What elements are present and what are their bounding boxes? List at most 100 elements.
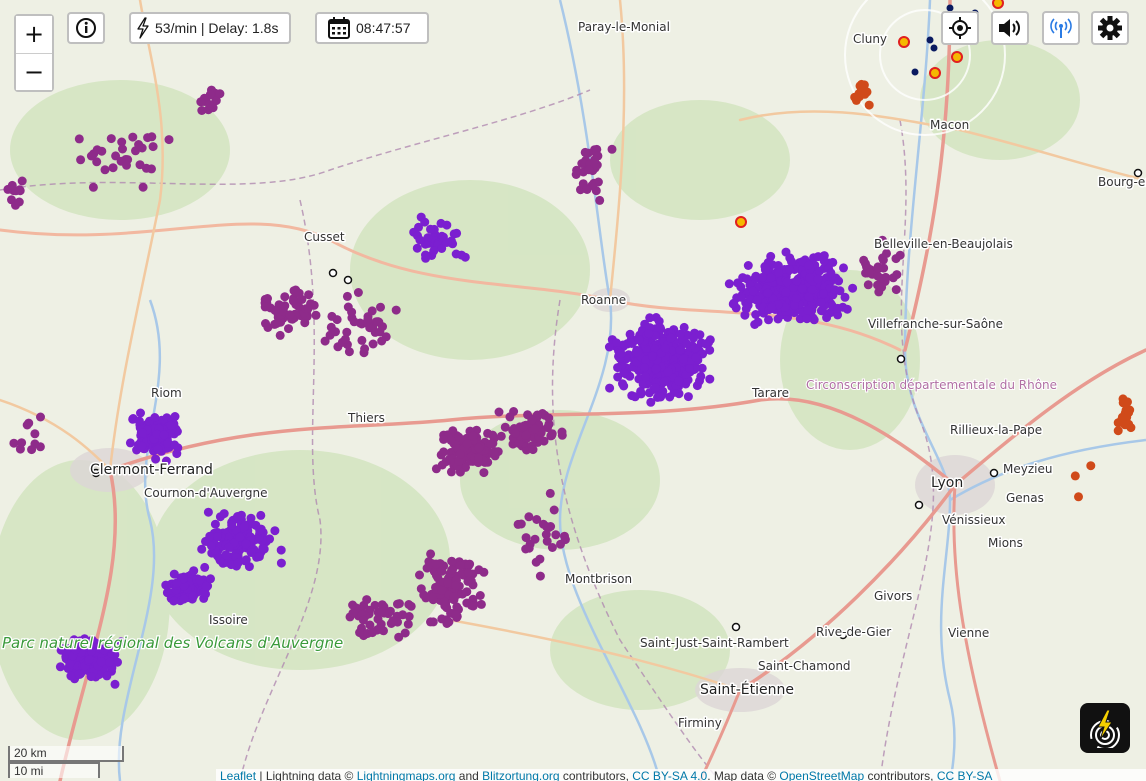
- locate-button[interactable]: [941, 11, 979, 45]
- town-label: Rive-de-Gier: [816, 625, 891, 639]
- strike-marker: [645, 313, 655, 323]
- lightningmaps-logo[interactable]: [1080, 703, 1130, 753]
- town-label: Thiers: [347, 411, 385, 425]
- strike-marker: [651, 364, 661, 374]
- scale-mi: 10 mi: [8, 762, 100, 778]
- strike-marker: [842, 304, 852, 314]
- strike-marker: [822, 313, 832, 323]
- strike-marker: [164, 135, 174, 145]
- strike-marker: [210, 519, 220, 529]
- lightningmaps-link[interactable]: Lightningmaps.org: [357, 769, 456, 781]
- strike-marker: [388, 616, 398, 626]
- station-marker[interactable]: [328, 268, 338, 278]
- strike-marker: [462, 439, 472, 449]
- strike-marker: [863, 280, 873, 290]
- strike-marker: [17, 438, 27, 448]
- strike-marker: [891, 285, 901, 295]
- strike-marker: [241, 539, 251, 549]
- strike-marker: [659, 377, 669, 387]
- strike-marker: [803, 305, 813, 315]
- attribution-text: | Lightning data ©: [256, 769, 357, 781]
- strike-marker: [415, 235, 425, 245]
- strike-marker: [895, 250, 905, 260]
- town-label: Meyzieu: [1003, 462, 1052, 476]
- strike-marker: [148, 142, 158, 152]
- strike-marker: [376, 302, 385, 312]
- strike-marker: [604, 342, 614, 352]
- station-marker[interactable]: [343, 275, 353, 285]
- info-icon: [76, 18, 96, 38]
- strike-marker: [474, 443, 484, 453]
- strike-marker: [557, 427, 567, 437]
- strike-marker: [792, 276, 802, 286]
- leaflet-link[interactable]: Leaflet: [220, 769, 256, 781]
- strike-marker: [767, 302, 777, 312]
- station-marker[interactable]: [989, 468, 999, 478]
- zoom-in-button[interactable]: +: [16, 16, 52, 53]
- time-display[interactable]: 08:47:57: [315, 12, 429, 44]
- strike-marker: [9, 438, 19, 448]
- strike-marker: [276, 558, 286, 568]
- strike-marker: [412, 243, 422, 253]
- strike-marker: [406, 601, 416, 611]
- strike-marker: [227, 520, 237, 530]
- strike-marker: [303, 303, 313, 313]
- strike-marker: [197, 544, 207, 554]
- license-link-2[interactable]: CC BY-SA: [937, 769, 993, 781]
- strike-marker: [511, 428, 520, 438]
- strike-marker: [276, 545, 286, 555]
- strike-marker: [752, 295, 762, 305]
- strike-marker: [137, 441, 147, 451]
- attribution-text: . Map data ©: [707, 769, 780, 781]
- town-label: Macon: [930, 118, 969, 132]
- blitzortung-link[interactable]: Blitzortung.org: [482, 769, 559, 781]
- strike-marker: [834, 276, 844, 286]
- strike-marker: [701, 339, 711, 349]
- strike-marker: [137, 143, 147, 153]
- strike-marker: [419, 590, 429, 600]
- stations-toggle-button[interactable]: [1042, 11, 1080, 45]
- new-strike-marker: [929, 67, 941, 79]
- strike-marker: [436, 218, 446, 228]
- strike-marker: [532, 515, 542, 524]
- map-canvas[interactable]: Paray-le-Monial Cluny Macon Bourg-en-Bre…: [0, 0, 1146, 781]
- strike-marker: [86, 151, 96, 161]
- strike-marker: [595, 195, 605, 205]
- lightning-map[interactable]: Paray-le-Monial Cluny Macon Bourg-en-Bre…: [0, 0, 1146, 781]
- strike-marker: [605, 383, 615, 393]
- strike-marker: [429, 246, 439, 256]
- settings-button[interactable]: [1091, 11, 1129, 45]
- station-marker[interactable]: [930, 44, 938, 52]
- strike-marker: [195, 575, 205, 585]
- station-marker[interactable]: [911, 68, 919, 76]
- strike-marker: [415, 570, 424, 580]
- strike-marker: [17, 176, 27, 186]
- new-strike-marker: [951, 51, 963, 63]
- strike-marker: [365, 323, 375, 333]
- strike-marker: [105, 657, 115, 667]
- strike-marker: [634, 335, 644, 345]
- station-marker[interactable]: [896, 354, 906, 364]
- crosshair-icon: [949, 17, 971, 39]
- zoom-out-button[interactable]: −: [16, 53, 52, 90]
- strike-marker: [607, 144, 617, 154]
- strike-marker: [873, 264, 883, 273]
- calendar-icon: [328, 17, 350, 39]
- strike-marker: [791, 293, 801, 303]
- strike-marker: [743, 261, 753, 270]
- strike-marker: [403, 619, 413, 629]
- sound-toggle-button[interactable]: [991, 11, 1029, 45]
- station-marker[interactable]: [914, 500, 924, 510]
- strike-marker: [197, 106, 207, 115]
- strike-marker: [36, 412, 45, 422]
- info-button[interactable]: [67, 12, 105, 44]
- strike-marker: [804, 260, 814, 270]
- station-marker[interactable]: [731, 622, 741, 632]
- strike-marker: [761, 263, 771, 273]
- town-label: Saint-Étienne: [700, 681, 794, 698]
- station-marker[interactable]: [926, 36, 934, 44]
- strike-marker: [100, 165, 110, 175]
- license-link[interactable]: CC BY-SA 4.0: [632, 769, 707, 781]
- osm-link[interactable]: OpenStreetMap: [779, 769, 864, 781]
- strike-rate-display[interactable]: 53/min | Delay: 1.8s: [129, 12, 291, 44]
